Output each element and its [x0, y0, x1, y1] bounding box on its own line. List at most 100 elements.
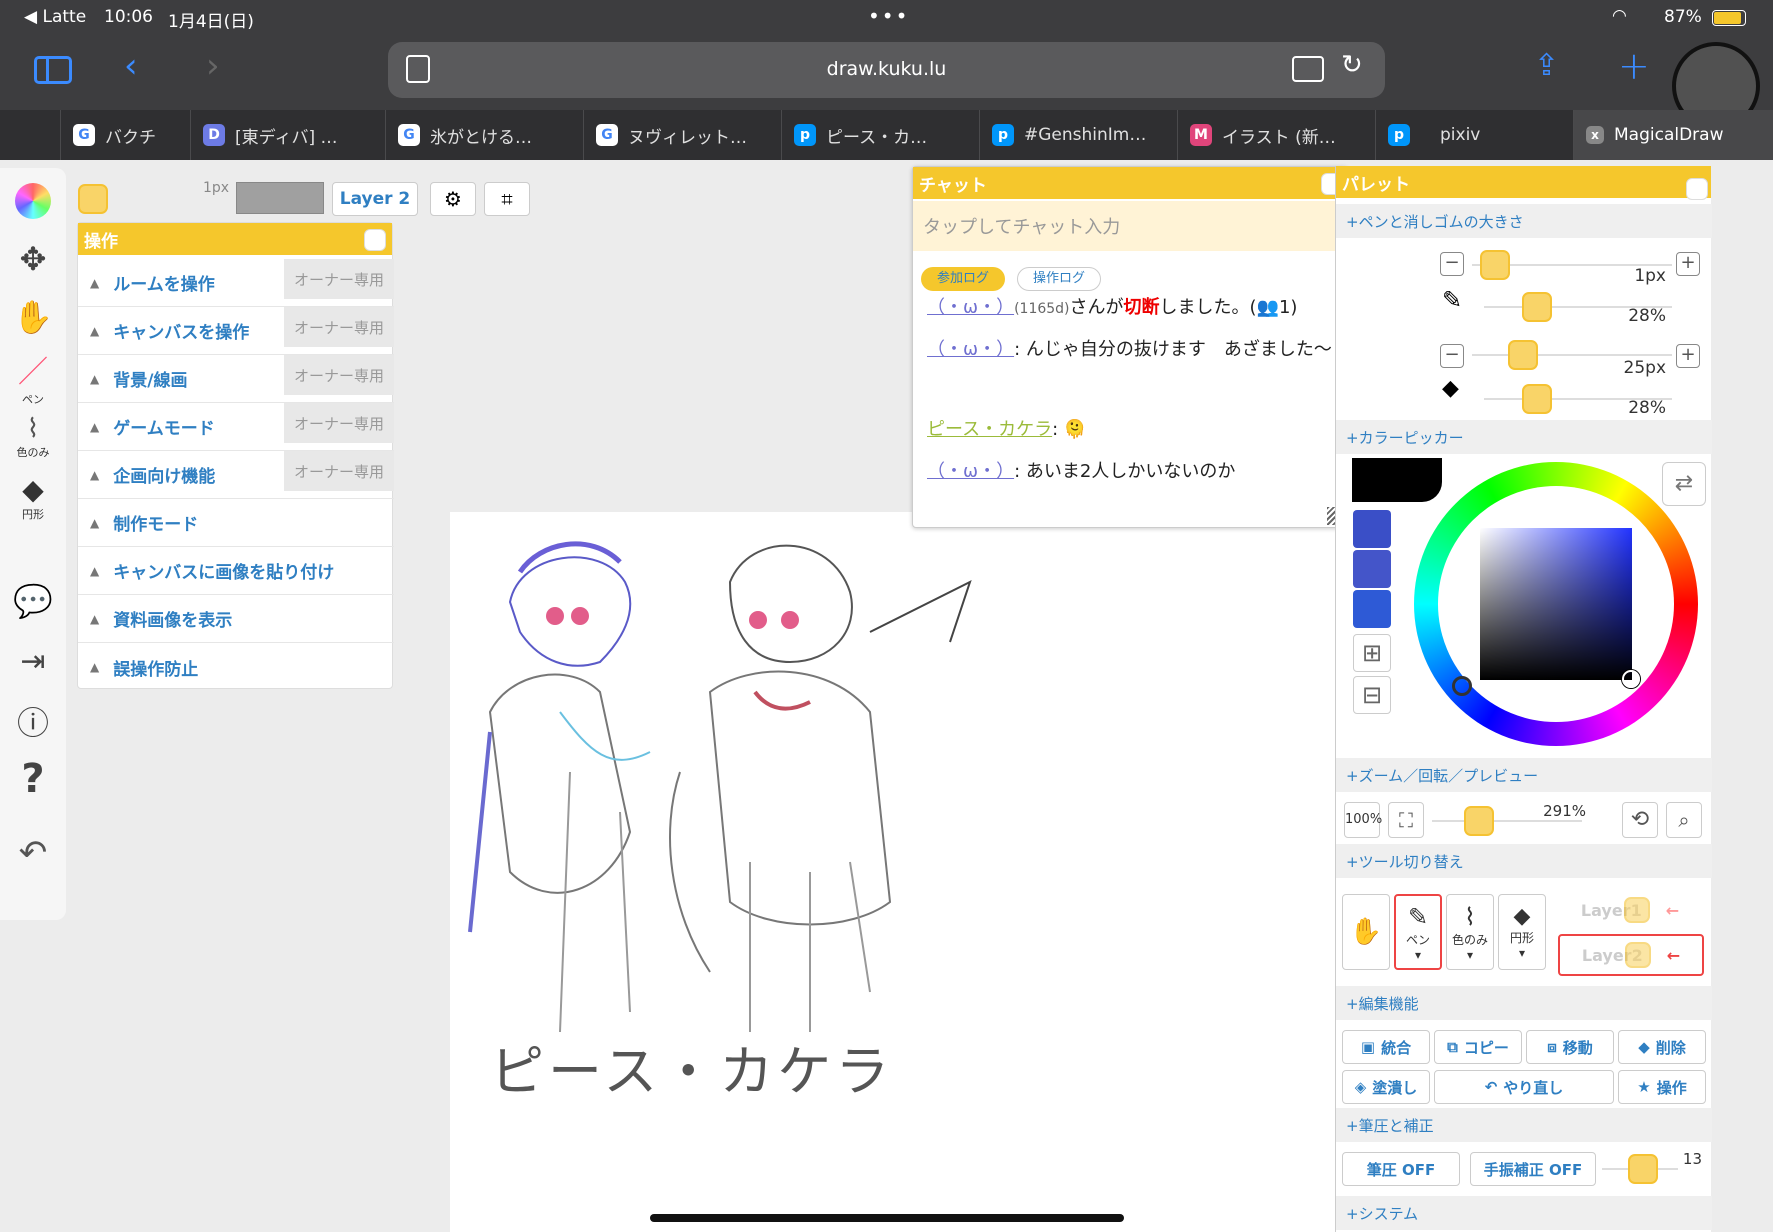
picker-mode-icon[interactable]: ⇄: [1662, 462, 1706, 506]
zoom-section[interactable]: +ズーム／回転／プレビュー: [1336, 758, 1712, 792]
exit-icon[interactable]: ⇥: [8, 636, 58, 686]
op-item[interactable]: ▲ ルームを操作 オーナー専用: [78, 259, 394, 307]
pen-size-plus[interactable]: +: [1676, 252, 1700, 276]
redo-button[interactable]: ↶ やり直し: [1434, 1070, 1614, 1104]
undo-icon[interactable]: ↶: [8, 828, 58, 878]
fill-button[interactable]: ◈ 塗潰し: [1342, 1070, 1430, 1104]
chat-nick[interactable]: （・ω・）: [927, 461, 1014, 482]
delete-button[interactable]: ◆ 削除: [1618, 1030, 1706, 1064]
forward-icon[interactable]: ›: [206, 46, 220, 86]
close-tab-icon[interactable]: x: [1586, 126, 1604, 144]
picker-tool-button[interactable]: ⌇ 色のみ ▾: [1446, 894, 1494, 970]
layer2-row-selected[interactable]: Layer2 ←: [1558, 934, 1704, 976]
tab-7[interactable]: M イラスト (新…: [1177, 110, 1375, 160]
rotate-icon[interactable]: ⟲: [1622, 802, 1658, 838]
swatch-2[interactable]: [1353, 550, 1391, 588]
picker-tool[interactable]: ⌇ 色のみ: [8, 412, 58, 462]
new-tab-icon[interactable]: +: [1618, 44, 1650, 88]
pen-size-slider[interactable]: [1480, 250, 1510, 280]
palette-toggle-checkbox[interactable]: [1686, 178, 1708, 200]
eraser-size-plus[interactable]: +: [1676, 344, 1700, 368]
move-button[interactable]: ⧈ 移動: [1526, 1030, 1614, 1064]
chat-nick[interactable]: （・ω・）: [927, 339, 1014, 360]
op-item[interactable]: ▲ ゲームモード オーナー専用: [78, 403, 394, 451]
tab-2[interactable]: D [東ディバ] …: [190, 110, 385, 160]
hand-icon[interactable]: ✋: [8, 292, 58, 342]
shape-tool-button[interactable]: ◆ 円形 ▾: [1498, 894, 1546, 970]
edit-section[interactable]: +編集機能: [1336, 986, 1712, 1020]
pen-tool[interactable]: ／ ペン: [8, 352, 58, 406]
add-swatch-icon[interactable]: ⊞: [1353, 634, 1391, 672]
stabilizer-toggle[interactable]: 手振補正 OFF: [1470, 1152, 1596, 1186]
tab-1[interactable]: G バクチ: [60, 110, 190, 160]
hue-picker-handle[interactable]: [1452, 676, 1472, 696]
info-icon[interactable]: ⓘ: [8, 696, 58, 746]
chat-input[interactable]: タップしてチャット入力: [913, 201, 1347, 251]
address-bar[interactable]: draw.kuku.lu ↻: [388, 42, 1385, 98]
pen-size-minus[interactable]: −: [1440, 252, 1464, 276]
back-to-app[interactable]: ◀ Latte: [24, 7, 86, 27]
shape-tool[interactable]: ◆ 円形: [8, 472, 58, 522]
op-item[interactable]: ▲ 背景/線画 オーナー専用: [78, 355, 394, 403]
preview-search-icon[interactable]: ⌕: [1666, 802, 1702, 838]
multitask-dots-icon[interactable]: •••: [868, 4, 909, 28]
sv-picker-handle[interactable]: [1622, 670, 1640, 688]
op-item[interactable]: ▲ 資料画像を表示: [78, 595, 394, 643]
eraser-size-minus[interactable]: −: [1440, 344, 1464, 368]
color-swatch-button[interactable]: [78, 184, 108, 214]
op-item[interactable]: ▲ 制作モード: [78, 499, 394, 547]
color-wheel-icon[interactable]: [8, 176, 58, 226]
op-log-tab[interactable]: 操作ログ: [1017, 267, 1101, 291]
zoom-slider[interactable]: [1464, 806, 1494, 836]
extension-icon[interactable]: [1292, 56, 1324, 82]
url-text[interactable]: draw.kuku.lu: [388, 58, 1385, 80]
eraser-opacity-slider[interactable]: [1522, 384, 1552, 414]
tool-settings-icon[interactable]: ⚙: [430, 182, 476, 216]
pressure-toggle[interactable]: 筆圧 OFF: [1342, 1152, 1460, 1186]
merge-button[interactable]: ▣ 統合: [1342, 1030, 1430, 1064]
saturation-value-square[interactable]: [1480, 528, 1632, 680]
chat-nick[interactable]: （・ω・）: [927, 297, 1014, 318]
tab-5[interactable]: p ピース・カ…: [781, 110, 979, 160]
tab-9-active[interactable]: x MagicalDraw: [1573, 110, 1773, 160]
hand-tool-button[interactable]: ✋: [1342, 894, 1390, 970]
tab-3[interactable]: G 氷がとける…: [385, 110, 583, 160]
tab-4[interactable]: G ヌヴィレット…: [583, 110, 781, 160]
panel-toggle-checkbox[interactable]: [364, 229, 386, 251]
swatch-1[interactable]: [1353, 510, 1391, 548]
op-item[interactable]: ▲ 企画向け機能 オーナー専用: [78, 451, 394, 499]
chat-icon[interactable]: 💬: [8, 576, 58, 626]
system-section[interactable]: +システム: [1336, 1196, 1712, 1230]
pen-opacity-slider[interactable]: [1522, 292, 1552, 322]
share-icon[interactable]: ⇪: [1534, 48, 1559, 83]
eraser-size-slider[interactable]: [1508, 340, 1538, 370]
operation-button[interactable]: ★ 操作: [1618, 1070, 1706, 1104]
layer1-row[interactable]: Layer1 ←: [1560, 892, 1700, 928]
size-preview[interactable]: [236, 182, 324, 214]
sidebar-toggle-icon[interactable]: [34, 56, 72, 84]
help-icon[interactable]: ?: [8, 754, 58, 804]
swatch-3[interactable]: [1353, 590, 1391, 628]
tab-6[interactable]: p #GenshinIm…: [979, 110, 1177, 160]
tool-switch-section[interactable]: +ツール切り替え: [1336, 844, 1712, 878]
pressure-section[interactable]: +筆圧と補正: [1336, 1108, 1712, 1142]
reload-icon[interactable]: ↻: [1341, 50, 1363, 80]
copy-button[interactable]: ⧉ コピー: [1434, 1030, 1522, 1064]
join-log-tab[interactable]: 参加ログ: [921, 267, 1005, 291]
fit-screen-icon[interactable]: ⛶: [1388, 802, 1424, 838]
move-icon[interactable]: ✥: [8, 234, 58, 284]
op-item[interactable]: ▲ キャンバスを操作 オーナー専用: [78, 307, 394, 355]
color-picker-section[interactable]: +カラーピッカー: [1336, 420, 1712, 454]
chat-nick[interactable]: ピース・カケラ: [927, 419, 1052, 440]
crop-icon[interactable]: ⌗: [484, 182, 530, 216]
tab-8[interactable]: p pixiv: [1375, 110, 1573, 160]
drawing-canvas[interactable]: ピース・カケラ: [450, 512, 1335, 1232]
back-icon[interactable]: ‹: [124, 46, 138, 86]
pen-tool-button[interactable]: ✎ ペン ▾: [1394, 894, 1442, 970]
layer-select-button[interactable]: Layer 2: [332, 182, 418, 216]
op-item[interactable]: ▲ 誤操作防止: [78, 643, 394, 691]
op-item[interactable]: ▲ キャンバスに画像を貼り付け: [78, 547, 394, 595]
swatch-manage-icon[interactable]: ⊟: [1353, 676, 1391, 714]
zoom-100-button[interactable]: 100%: [1344, 802, 1382, 838]
stabilizer-slider[interactable]: [1628, 1154, 1658, 1184]
